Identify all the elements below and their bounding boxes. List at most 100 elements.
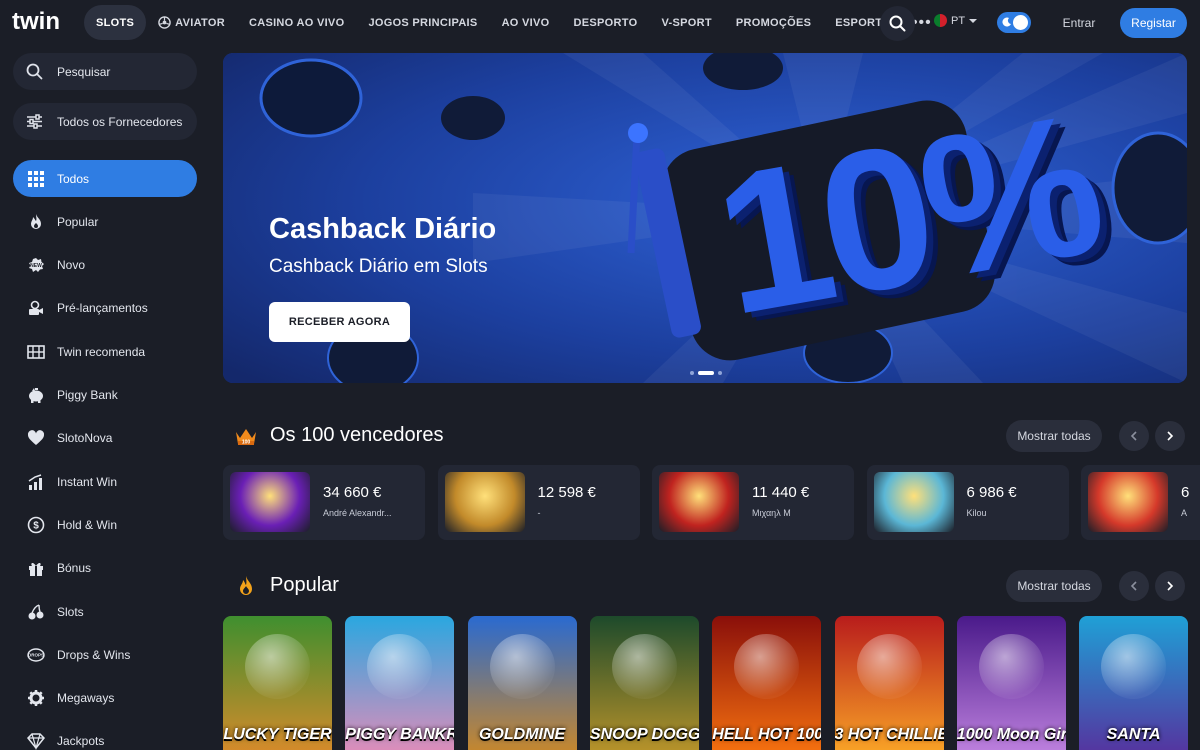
game-art (367, 634, 433, 699)
svg-text:NEW: NEW (30, 263, 42, 269)
nav-item-desporto[interactable]: DESPORTO (562, 5, 650, 40)
promo-banner[interactable]: 10% Cashback Diário Cashback Diário em S… (223, 53, 1187, 383)
game-title: 3 HOT CHILLIES (834, 726, 944, 743)
game-tile[interactable]: 1000 Moon Girls (956, 616, 1066, 750)
sidebar-item-label: Instant Win (57, 474, 118, 489)
game-title: GOLDMINE (478, 726, 566, 743)
winners-prev-button[interactable] (1119, 421, 1149, 451)
winner-card[interactable]: 34 660 € André Alexandr... (223, 465, 425, 540)
sidebar-item-twin-recomenda[interactable]: Twin recomenda (13, 333, 197, 370)
sidebar-item-popular[interactable]: Popular (13, 203, 197, 240)
nav-item-jogos-principais[interactable]: JOGOS PRINCIPAIS (356, 5, 489, 40)
game-tile[interactable]: HELL HOT 100 (712, 616, 822, 750)
sidebar-item-label: Bónus (57, 561, 92, 576)
chevron-left-icon (1130, 431, 1137, 441)
nav-item-slots[interactable]: SLOTS (84, 5, 147, 40)
winner-name: A (1181, 508, 1188, 518)
nav-label: DESPORTO (573, 16, 638, 29)
banner-title: Cashback Diário (269, 213, 497, 245)
win-amount: 11 440 € (752, 484, 810, 501)
svg-text:100: 100 (242, 440, 251, 446)
nav-label: AO VIVO (501, 16, 550, 29)
fire-icon (240, 576, 252, 595)
language-selector[interactable]: PT (934, 14, 978, 27)
game-art (856, 634, 922, 699)
sidebar-search-input[interactable]: Pesquisar (13, 53, 197, 90)
game-thumbnail (1088, 472, 1168, 532)
sidebar-item-label: Slots (57, 604, 84, 619)
game-art (489, 634, 555, 699)
sidebar-item-jackpots[interactable]: Jackpots (13, 723, 197, 750)
piggy-icon (27, 386, 45, 404)
svg-text:DROPS: DROPS (28, 652, 44, 657)
sidebar-item-slots[interactable]: Slots (13, 593, 197, 630)
twin-logo[interactable]: twin (12, 8, 72, 34)
banner-subtitle: Cashback Diário em Slots (269, 256, 488, 277)
filter-sliders-icon (27, 114, 42, 129)
popular-prev-button[interactable] (1119, 571, 1149, 601)
nav-label: V-SPORT (661, 16, 712, 29)
claim-now-button[interactable]: RECEBER AGORA (269, 302, 410, 342)
caret-down-icon (969, 18, 978, 23)
game-title: SANTA (1106, 726, 1161, 743)
nav-item-aviator[interactable]: AVIATOR (146, 5, 237, 40)
game-tile[interactable]: SNOOP DOGG DOLLARS (589, 616, 699, 750)
sidebar-item-pre-lancamentos[interactable]: Pré-lançamentos (13, 290, 197, 327)
sidebar-item-instant-win[interactable]: Instant Win (13, 463, 197, 500)
winners-next-button[interactable] (1155, 421, 1185, 451)
gear-icon (27, 689, 45, 707)
coin-icon: $ (27, 516, 45, 534)
popular-section-title: Popular (270, 574, 339, 596)
game-title: PIGGY BANKROLL (345, 726, 454, 743)
popular-games-row: LUCKY TIGER PIGGY BANKROLL GOLDMINE SNOOP D… (223, 616, 1200, 750)
theme-toggle[interactable] (997, 12, 1031, 33)
game-tile[interactable]: PIGGY BANKROLL (345, 616, 455, 750)
sidebar-item-todos[interactable]: Todos (13, 160, 197, 197)
win-amount: 12 598 € (537, 484, 596, 501)
sidebar-item-hold-win[interactable]: $ Hold & Win (13, 506, 197, 543)
sidebar-item-piggy-bank[interactable]: Piggy Bank (13, 377, 197, 414)
sidebar-item-novo[interactable]: NEW Novo (13, 247, 197, 284)
winner-card[interactable]: 12 598 € - (437, 465, 640, 540)
sidebar-item-slotonova[interactable]: SlotoNova (13, 420, 197, 457)
popular-next-button[interactable] (1155, 571, 1185, 601)
game-tile[interactable]: LUCKY TIGER (223, 616, 332, 750)
cherry-icon (27, 603, 45, 621)
sidebar-item-label: SlotoNova (57, 431, 113, 446)
nav-item-v-sport[interactable]: V-SPORT (649, 5, 723, 40)
game-tile[interactable]: SANTA (1079, 616, 1189, 750)
nav-label: SLOTS (96, 16, 135, 29)
game-tile[interactable]: 3 HOT CHILLIES (834, 616, 944, 750)
winners-carousel: 34 660 € André Alexandr... 12 598 € - 11 440… (223, 465, 1200, 540)
pagination-dot[interactable] (718, 371, 722, 375)
nav-item-ao-vivo[interactable]: AO VIVO (490, 5, 562, 40)
register-button[interactable]: Registar (1120, 8, 1187, 38)
login-button[interactable]: Entrar (1050, 8, 1108, 38)
winner-card[interactable]: 6A (1081, 465, 1200, 540)
sidebar-item-megaways[interactable]: Megaways (13, 680, 197, 717)
pagination-dot[interactable] (690, 371, 694, 375)
pagination-dot[interactable] (698, 371, 714, 375)
winner-card[interactable]: 6 986 € Kilou (866, 465, 1069, 540)
chart-icon (27, 473, 45, 491)
nav-label: JOGOS PRINCIPAIS (368, 16, 478, 29)
nav-item-promo-es[interactable]: PROMOÇÕES (724, 5, 823, 40)
game-art (1101, 634, 1167, 699)
svg-text:$: $ (33, 520, 39, 531)
popular-show-all-button[interactable]: Mostrar todas (1006, 570, 1102, 602)
sidebar-item-bonus[interactable]: Bónus (13, 550, 197, 587)
win-amount: 6 986 € (966, 484, 1017, 501)
svg-text:twin: twin (12, 8, 60, 34)
toggle-knob (1013, 15, 1028, 30)
winner-name: Μιχαηλ Μ (752, 508, 791, 518)
winner-card[interactable]: 11 440 € Μιχαηλ Μ (652, 465, 854, 540)
winners-show-all-button[interactable]: Mostrar todas (1006, 420, 1102, 452)
header-search-button[interactable] (880, 6, 915, 41)
providers-filter-button[interactable]: Todos os Fornecedores (13, 103, 197, 140)
win-amount: 34 660 € (323, 484, 382, 501)
aviator-icon (158, 16, 171, 29)
sidebar-item-label: Piggy Bank (57, 388, 118, 402)
sidebar-item-drops-wins[interactable]: DROPS Drops & Wins (13, 636, 197, 673)
game-tile[interactable]: GOLDMINE (467, 616, 577, 750)
nav-item-casino-ao-vivo[interactable]: CASINO AO VIVO (237, 5, 356, 40)
